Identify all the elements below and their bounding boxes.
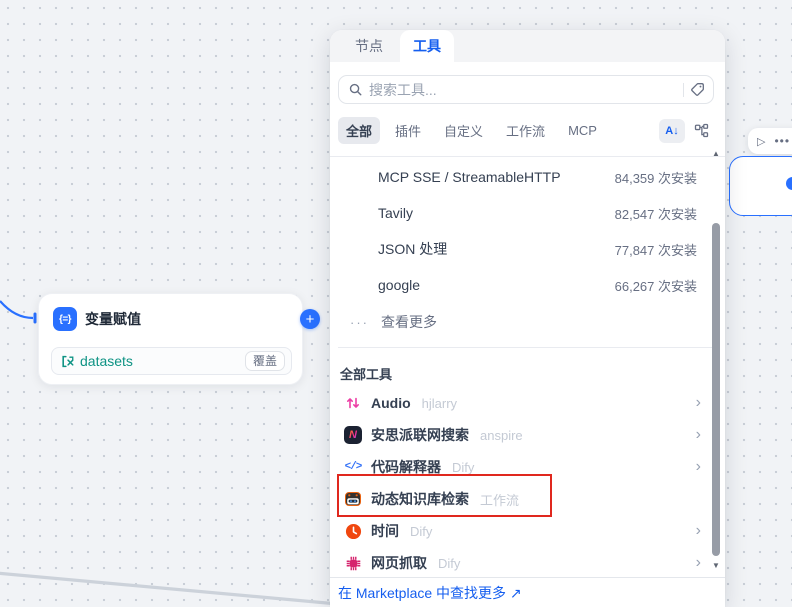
robot-icon [344,490,362,508]
tool-row-code-interpreter[interactable]: </> 代码解释器 Dify › [330,451,725,483]
tool-provider: Dify [410,524,432,539]
marketplace-row[interactable]: JSON 处理 77,847 次安装 [330,231,725,267]
variable-name: datasets [80,353,240,369]
edge-gray [0,565,335,607]
install-count: 66,267 次安装 [615,276,697,295]
chevron-right-icon: › [696,523,701,539]
view-more-label: 查看更多 [381,312,437,332]
tool-row-dynamic-knowledge-retrieval[interactable]: 动态知识库检索 工作流 [330,483,725,515]
marketplace-link[interactable]: 在 Marketplace 中查找更多 ↗ [338,583,522,603]
plugin-name: JSON 处理 [378,239,615,259]
filter-all[interactable]: 全部 [338,117,380,144]
chevron-right-icon: › [696,555,701,571]
filter-bar: 全部 插件 自定义 工作流 MCP A↓ [338,117,714,144]
tool-name: 动态知识库检索 [371,489,469,509]
filter-custom[interactable]: 自定义 [436,117,491,144]
tool-row-anspire[interactable]: N 安思派联网搜索 anspire › [330,419,725,451]
marketplace-row[interactable]: Tavily 82,547 次安装 [330,195,725,231]
chevron-right-icon: › [696,395,701,411]
selected-node-partial[interactable] [729,156,792,216]
tool-row-audio[interactable]: Audio hjlarry › [330,387,725,419]
tool-provider: anspire [480,428,523,443]
search-input[interactable] [369,82,677,98]
node-mini-toolbar: ▷ ••• [748,128,792,154]
variable-assigner-icon: {=} [53,307,77,331]
add-node-button[interactable]: + [300,309,320,329]
tab-nodes[interactable]: 节点 [342,30,396,62]
marketplace-row[interactable]: google 66,267 次安装 [330,267,725,303]
view-more-button[interactable]: ··· 查看更多 [330,307,725,337]
tool-name: 安思派联网搜索 [371,425,469,445]
ellipsis-icon: ··· [350,315,369,330]
tool-name: 代码解释器 [371,457,441,477]
search-divider [683,83,684,97]
tool-name: 网页抓取 [371,553,427,573]
panel-footer: 在 Marketplace 中查找更多 ↗ [330,577,725,607]
tag-icon[interactable] [690,82,705,97]
tools-list[interactable]: MCP SSE / StreamableHTTP 84,359 次安装 Tavi… [330,157,725,577]
filter-plugins[interactable]: 插件 [387,117,429,144]
tree-view-icon[interactable] [688,119,714,143]
tools-panel: 节点 工具 全部 插件 自定义 工作流 MCP A↓ [330,30,725,607]
tool-row-web-scraper[interactable]: 网页抓取 Dify › [330,547,725,577]
overwrite-badge: 覆盖 [245,351,285,371]
tool-name: Audio [371,395,411,411]
variable-icon [60,354,75,369]
plugin-name: MCP SSE / StreamableHTTP [378,169,615,185]
tool-provider: hjlarry [422,396,457,411]
play-icon[interactable]: ▷ [757,135,765,148]
spider-icon [344,554,362,572]
filter-workflow[interactable]: 工作流 [498,117,553,144]
edge-incoming-blue [0,294,40,326]
all-tools-header: 全部工具 [340,364,725,383]
marketplace-row[interactable]: MCP SSE / StreamableHTTP 84,359 次安装 [330,159,725,195]
scroll-up-icon[interactable]: ▲ [710,148,722,160]
clock-icon [344,522,362,540]
install-count: 82,547 次安装 [615,204,697,223]
variable-assigner-node[interactable]: {=} 变量赋值 + datasets 覆盖 [38,293,303,385]
plugin-name: Tavily [378,205,615,221]
node-connector-handle[interactable] [786,177,792,190]
tool-name: 时间 [371,521,399,541]
tool-provider: Dify [438,556,460,571]
tool-row-time[interactable]: 时间 Dify › [330,515,725,547]
scrollbar[interactable]: ▲ ▼ [710,148,722,572]
anspire-icon: N [344,426,362,444]
variable-row[interactable]: datasets 覆盖 [51,347,292,375]
scroll-down-icon[interactable]: ▼ [710,560,722,572]
tool-provider: Dify [452,460,474,475]
plugin-name: google [378,277,615,293]
sort-icon[interactable]: A↓ [659,119,685,143]
node-title: 变量赋值 [85,309,141,329]
divider [338,347,717,348]
code-icon: </> [344,458,362,476]
chevron-right-icon: › [696,459,701,475]
chevron-right-icon: › [696,427,701,443]
filter-mcp[interactable]: MCP [560,119,605,142]
install-count: 77,847 次安装 [615,240,697,259]
scrollbar-thumb[interactable] [712,223,720,556]
tool-search-box[interactable] [338,75,714,104]
panel-tab-bar: 节点 工具 [330,30,725,62]
node-header: {=} 变量赋值 [39,294,302,331]
search-icon [348,82,363,97]
tab-tools[interactable]: 工具 [400,30,454,62]
audio-icon [344,394,362,412]
more-options-icon[interactable]: ••• [774,134,790,148]
tool-provider: 工作流 [480,490,519,509]
install-count: 84,359 次安装 [615,168,697,187]
